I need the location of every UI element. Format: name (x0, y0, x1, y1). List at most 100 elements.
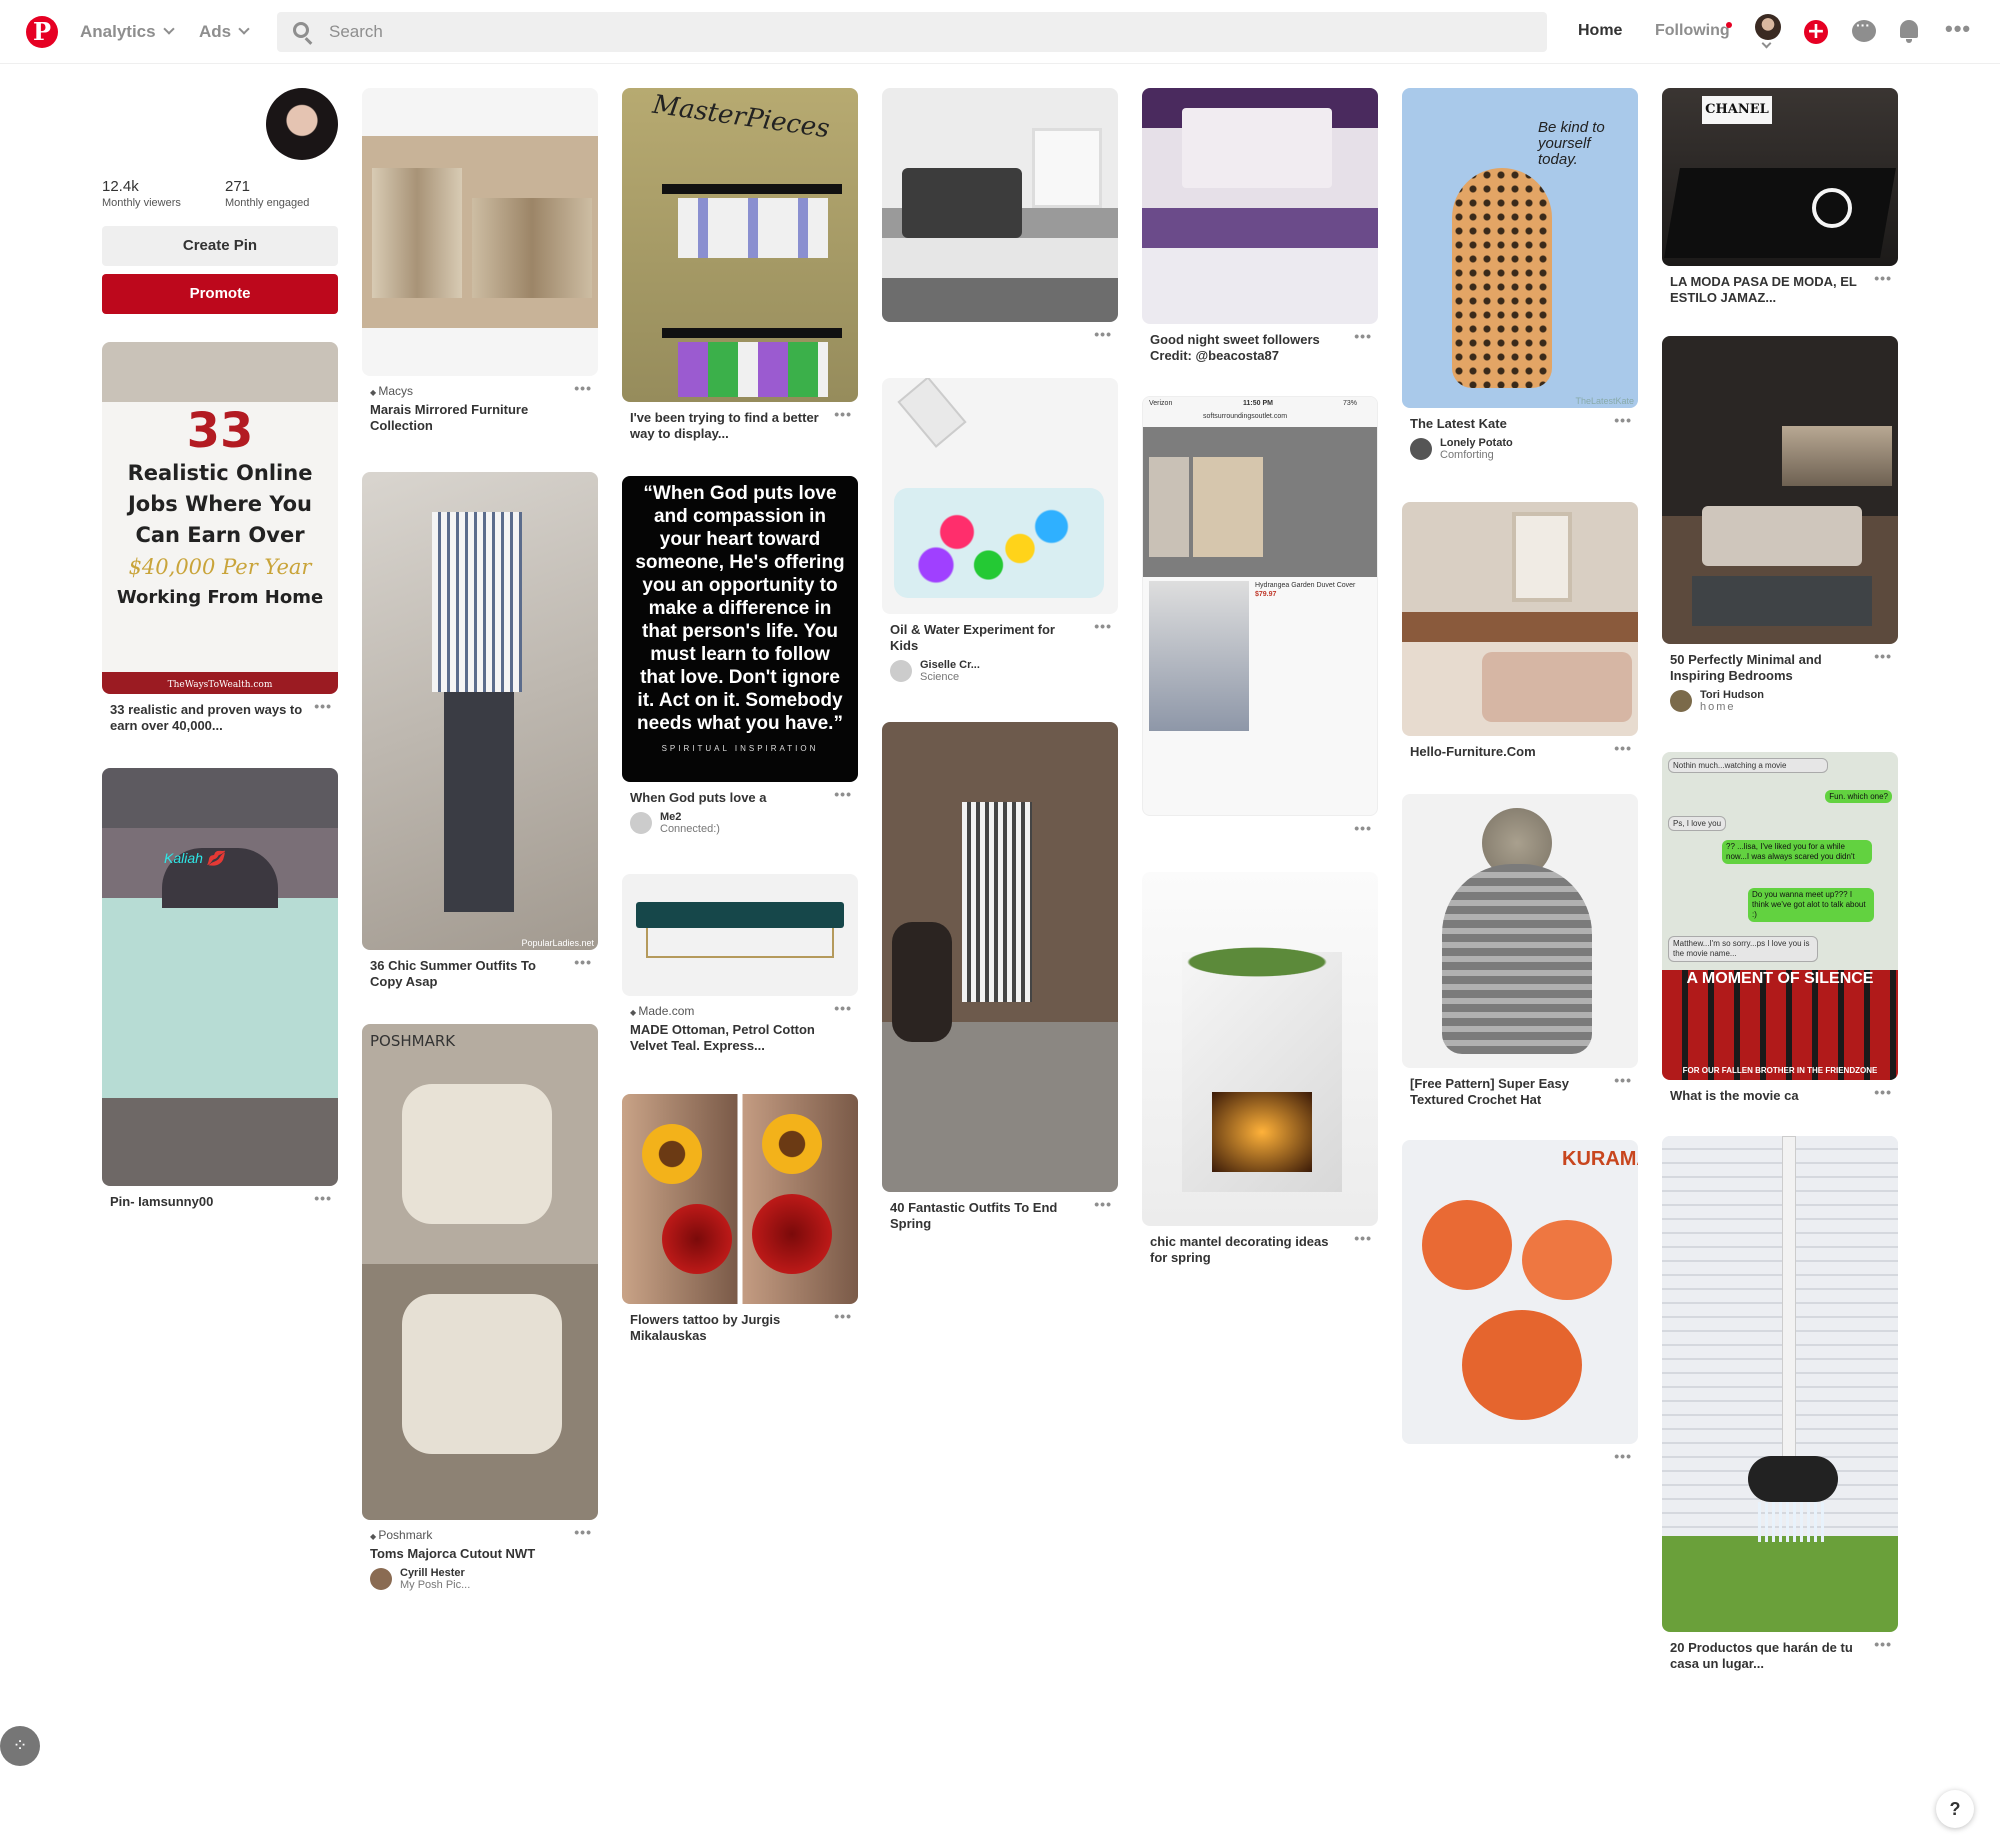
pin-image[interactable]: 33 Realistic Online Jobs Where You Can E… (102, 342, 338, 694)
pin-more-icon[interactable]: ••• (834, 406, 852, 422)
pin-title[interactable]: Oil & Water Experiment for Kids (882, 622, 1092, 654)
search-input[interactable] (329, 12, 1529, 52)
pin-title[interactable]: 50 Perfectly Minimal and Inspiring Bedro… (1662, 652, 1872, 684)
pin-more-icon[interactable]: ••• (1354, 1230, 1372, 1246)
pin-more-icon[interactable]: ••• (1614, 412, 1632, 428)
pin-image[interactable] (1402, 794, 1638, 1068)
pin-domain[interactable]: Macys (362, 384, 598, 398)
pin-title[interactable]: I've been trying to find a better way to… (622, 410, 832, 442)
pin-domain[interactable]: Made.com (622, 1004, 858, 1018)
pin-image[interactable] (882, 722, 1118, 1192)
following-link[interactable]: Following (1655, 22, 1730, 40)
pin-image[interactable]: Kaliah 💋 (102, 768, 338, 1186)
pin-more-icon[interactable]: ••• (1614, 740, 1632, 756)
pin-card[interactable]: PopularLadies.net 36 Chic Summer Outfits… (362, 472, 598, 990)
pin-image[interactable]: Be kind to yourself today. TheLatestKate (1402, 88, 1638, 408)
profile-avatar[interactable] (266, 88, 338, 160)
pin-image[interactable] (622, 874, 858, 996)
pin-image[interactable]: KURAMA (1402, 1140, 1638, 1444)
pin-more-icon[interactable]: ••• (1874, 270, 1892, 286)
pin-title[interactable]: MADE Ottoman, Petrol Cotton Velvet Teal.… (622, 1022, 832, 1054)
pin-card[interactable]: Hello-Furniture.Com ••• (1402, 502, 1638, 760)
pin-more-icon[interactable]: ••• (1094, 618, 1112, 634)
pin-title[interactable]: Pin- Iamsunny00 (102, 1194, 312, 1210)
pin-image[interactable] (1662, 1136, 1898, 1632)
pin-card[interactable]: “When God puts love and compassion in yo… (622, 476, 858, 835)
pin-image[interactable] (1662, 336, 1898, 644)
pinterest-logo-icon[interactable]: P (26, 16, 58, 48)
pin-card[interactable]: 40 Fantastic Outfits To End Spring ••• (882, 722, 1118, 1232)
pin-more-icon[interactable]: ••• (1614, 1072, 1632, 1088)
pin-more-icon[interactable]: ••• (1094, 1196, 1112, 1212)
ads-dropdown[interactable]: Ads (199, 22, 250, 42)
analytics-dropdown[interactable]: Analytics (80, 22, 175, 42)
pin-card[interactable]: ••• (882, 88, 1118, 346)
pin-card[interactable]: [Free Pattern] Super Easy Textured Croch… (1402, 794, 1638, 1108)
pin-title[interactable]: 40 Fantastic Outfits To End Spring (882, 1200, 1092, 1232)
notifications-bell-icon[interactable] (1900, 20, 1918, 43)
more-options-icon[interactable]: ••• (1945, 16, 1971, 42)
pinner-info[interactable]: Me2 Connected:) (622, 811, 858, 835)
pin-title[interactable]: 20 Productos que harán de tu casa un lug… (1662, 1640, 1872, 1672)
pin-title[interactable]: Good night sweet followers Credit: @beac… (1142, 332, 1352, 364)
pin-image[interactable] (882, 88, 1118, 322)
promote-button[interactable]: Promote (102, 274, 338, 314)
pin-more-icon[interactable]: ••• (1354, 820, 1372, 836)
pin-card[interactable]: MasterPieces I've been trying to find a … (622, 88, 858, 442)
pin-title[interactable]: Flowers tattoo by Jurgis Mikalauskas (622, 1312, 832, 1344)
pin-more-icon[interactable]: ••• (314, 1190, 332, 1206)
pin-card[interactable]: POSHMARK Poshmark ••• Toms Majorca Cutou… (362, 1024, 598, 1591)
pin-card[interactable]: Verizon 11:50 PM 73% softsurroundingsout… (1142, 396, 1378, 840)
pin-title[interactable]: Toms Majorca Cutout NWT (362, 1546, 572, 1562)
help-button[interactable]: ? (1936, 1790, 1974, 1828)
pin-more-icon[interactable]: ••• (1354, 328, 1372, 344)
pin-title[interactable]: 36 Chic Summer Outfits To Copy Asap (362, 958, 572, 990)
messages-icon[interactable] (1852, 17, 1876, 42)
pin-card[interactable]: 50 Perfectly Minimal and Inspiring Bedro… (1662, 336, 1898, 713)
pin-image[interactable] (622, 1094, 858, 1304)
pin-more-icon[interactable]: ••• (574, 1524, 592, 1540)
pin-more-icon[interactable]: ••• (834, 1000, 852, 1016)
pin-more-icon[interactable]: ••• (574, 380, 592, 396)
pin-card[interactable]: Flowers tattoo by Jurgis Mikalauskas ••• (622, 1094, 858, 1344)
pin-more-icon[interactable]: ••• (1614, 1448, 1632, 1464)
pin-more-icon[interactable]: ••• (314, 698, 332, 714)
pin-card[interactable]: CHANEL LA MODA PASA DE MODA, EL ESTILO J… (1662, 88, 1898, 306)
pinner-info[interactable]: Giselle Cr... Science (882, 659, 1118, 683)
pin-more-icon[interactable]: ••• (834, 786, 852, 802)
pin-more-icon[interactable]: ••• (1094, 326, 1112, 342)
add-pin-icon[interactable]: + (1804, 20, 1828, 44)
pin-card[interactable]: Nothin much...watching a movie Fun. whic… (1662, 752, 1898, 1104)
pin-more-icon[interactable]: ••• (574, 954, 592, 970)
pinner-info[interactable]: Lonely Potato Comforting (1402, 437, 1638, 461)
pin-title[interactable]: 33 realistic and proven ways to earn ove… (102, 702, 312, 734)
pin-image[interactable]: MasterPieces (622, 88, 858, 402)
pin-more-icon[interactable]: ••• (1874, 1636, 1892, 1652)
pinner-info[interactable]: Tori Hudson home (1662, 689, 1898, 713)
pin-image[interactable]: PopularLadies.net (362, 472, 598, 950)
pin-image[interactable]: Verizon 11:50 PM 73% softsurroundingsout… (1142, 396, 1378, 816)
pin-title[interactable]: LA MODA PASA DE MODA, EL ESTILO JAMAZ... (1662, 274, 1872, 306)
pin-image[interactable]: CHANEL (1662, 88, 1898, 266)
pin-title[interactable]: The Latest Kate (1402, 416, 1612, 432)
home-link[interactable]: Home (1578, 22, 1622, 40)
pin-card[interactable]: KURAMA ••• (1402, 1140, 1638, 1468)
pin-title[interactable]: [Free Pattern] Super Easy Textured Croch… (1402, 1076, 1612, 1108)
pin-card[interactable]: 20 Productos que harán de tu casa un lug… (1662, 1136, 1898, 1672)
pin-image[interactable] (1142, 872, 1378, 1226)
pin-image[interactable]: “When God puts love and compassion in yo… (622, 476, 858, 782)
pin-more-icon[interactable]: ••• (1874, 1084, 1892, 1100)
pinner-info[interactable]: Cyrill Hester My Posh Pic... (362, 1567, 598, 1591)
pin-image[interactable] (1142, 88, 1378, 324)
create-pin-button[interactable]: Create Pin (102, 226, 338, 266)
pin-title[interactable]: chic mantel decorating ideas for spring (1142, 1234, 1352, 1266)
pin-image[interactable] (882, 378, 1118, 614)
pin-card[interactable]: Kaliah 💋 Pin- Iamsunny00 ••• (102, 768, 338, 1210)
pin-card[interactable]: Good night sweet followers Credit: @beac… (1142, 88, 1378, 364)
pin-more-icon[interactable]: ••• (1874, 648, 1892, 664)
pin-title[interactable]: Marais Mirrored Furniture Collection (362, 402, 572, 434)
pin-card[interactable]: Oil & Water Experiment for Kids ••• Gise… (882, 378, 1118, 683)
pin-card[interactable]: Made.com ••• MADE Ottoman, Petrol Cotton… (622, 874, 858, 1054)
pin-card[interactable]: chic mantel decorating ideas for spring … (1142, 872, 1378, 1266)
pin-card[interactable]: Macys ••• Marais Mirrored Furniture Coll… (362, 88, 598, 434)
